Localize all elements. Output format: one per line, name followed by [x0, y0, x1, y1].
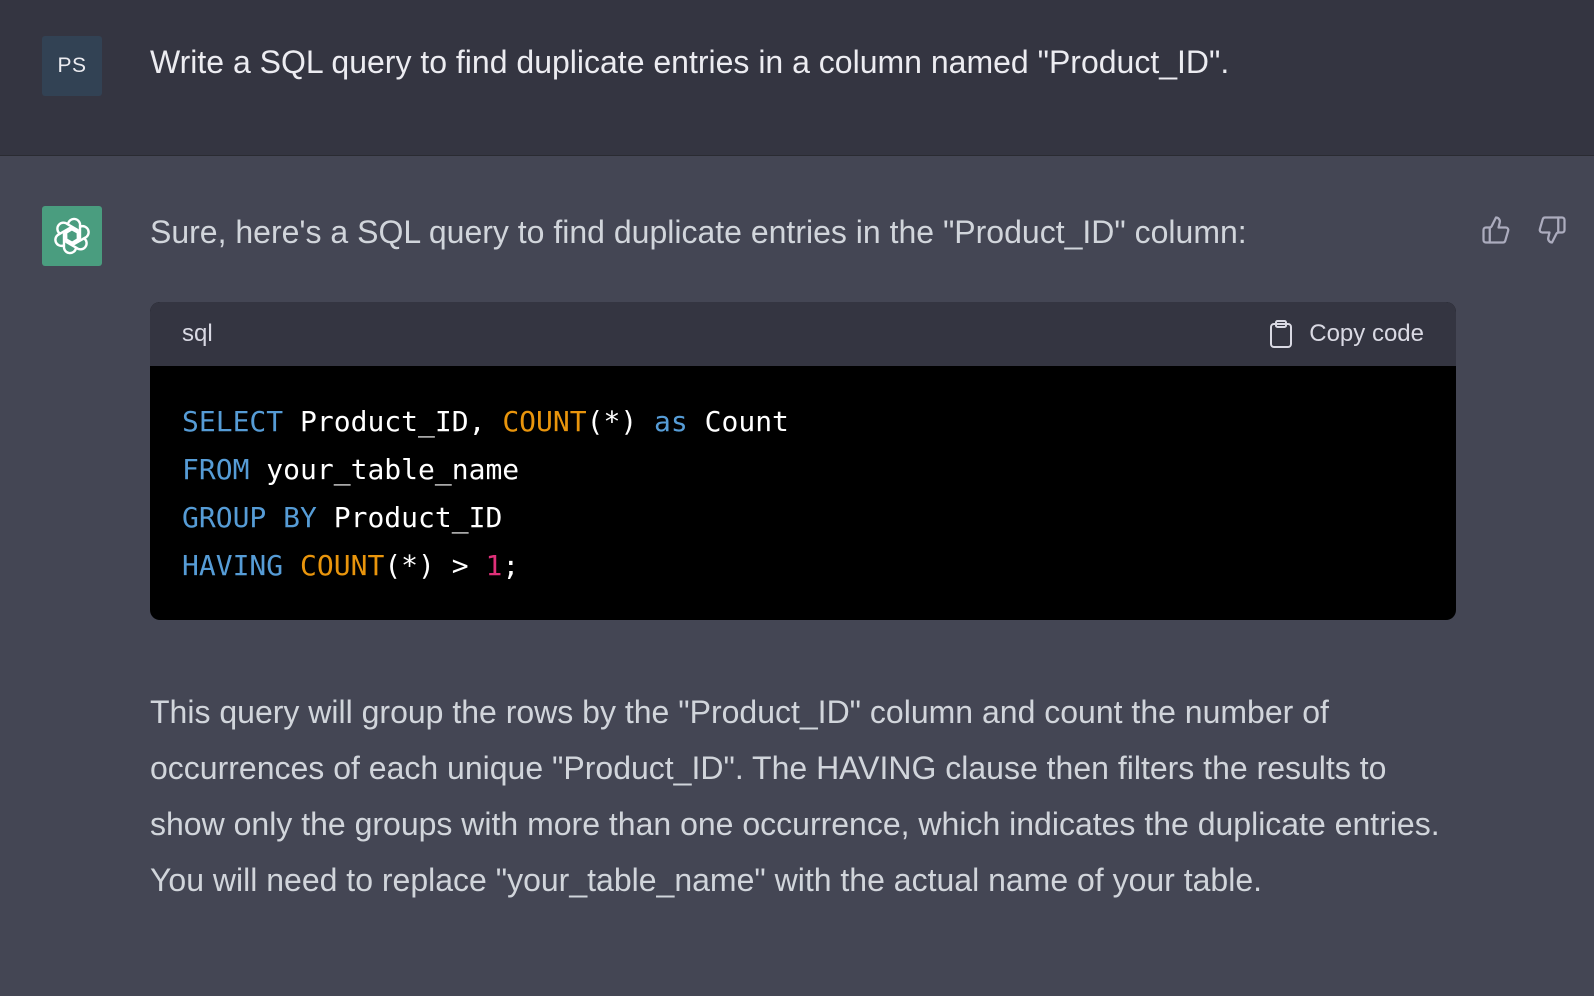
code-token: GROUP	[182, 501, 267, 534]
openai-logo-icon	[52, 216, 92, 256]
code-line: FROM your_table_name	[182, 446, 1424, 494]
code-line: SELECT Product_ID, COUNT(*) as Count	[182, 398, 1424, 446]
thumbs-up-icon	[1481, 215, 1511, 245]
code-token: Product_ID	[316, 501, 503, 534]
code-line: HAVING COUNT(*) > 1;	[182, 542, 1424, 590]
copy-code-button[interactable]: Copy code	[1269, 302, 1424, 366]
thumbs-down-button[interactable]	[1534, 212, 1570, 248]
code-token: COUNT	[502, 405, 587, 438]
code-token: (*)	[586, 405, 655, 438]
user-message-row: PS Write a SQL query to find duplicate e…	[0, 0, 1594, 156]
code-token: as	[654, 405, 688, 438]
code-token: (*) >	[384, 549, 486, 582]
code-body: SELECT Product_ID, COUNT(*) as Count FROM…	[150, 366, 1456, 620]
clipboard-icon	[1269, 319, 1293, 349]
code-block-header: sql Copy code	[150, 302, 1456, 366]
code-line: GROUP BY Product_ID	[182, 494, 1424, 542]
code-block: sql Copy code SELECT Product_ID, COUNT(*…	[150, 302, 1456, 620]
code-token: your_table_name	[249, 453, 520, 486]
thumbs-down-icon	[1537, 215, 1567, 245]
code-token: SELECT	[182, 405, 284, 438]
assistant-avatar	[42, 206, 102, 266]
thumbs-up-button[interactable]	[1478, 212, 1514, 248]
code-token: Product_ID,	[283, 405, 503, 438]
assistant-message-row: Sure, here's a SQL query to find duplica…	[0, 156, 1594, 996]
code-token: COUNT	[300, 549, 385, 582]
code-token: FROM	[182, 453, 250, 486]
user-message-text: Write a SQL query to find duplicate entr…	[150, 44, 1230, 80]
code-token: HAVING	[182, 549, 284, 582]
user-avatar-initials: PS	[57, 54, 87, 77]
code-token: Count	[687, 405, 789, 438]
assistant-intro-text: Sure, here's a SQL query to find duplica…	[150, 214, 1247, 250]
code-token: 1	[485, 549, 503, 582]
assistant-explanation-text: This query will group the rows by the "P…	[150, 694, 1440, 898]
copy-code-label: Copy code	[1309, 320, 1424, 347]
code-language-label: sql	[182, 320, 213, 347]
code-token: BY	[283, 501, 317, 534]
user-avatar: PS	[42, 36, 102, 96]
code-token: ;	[502, 549, 520, 582]
